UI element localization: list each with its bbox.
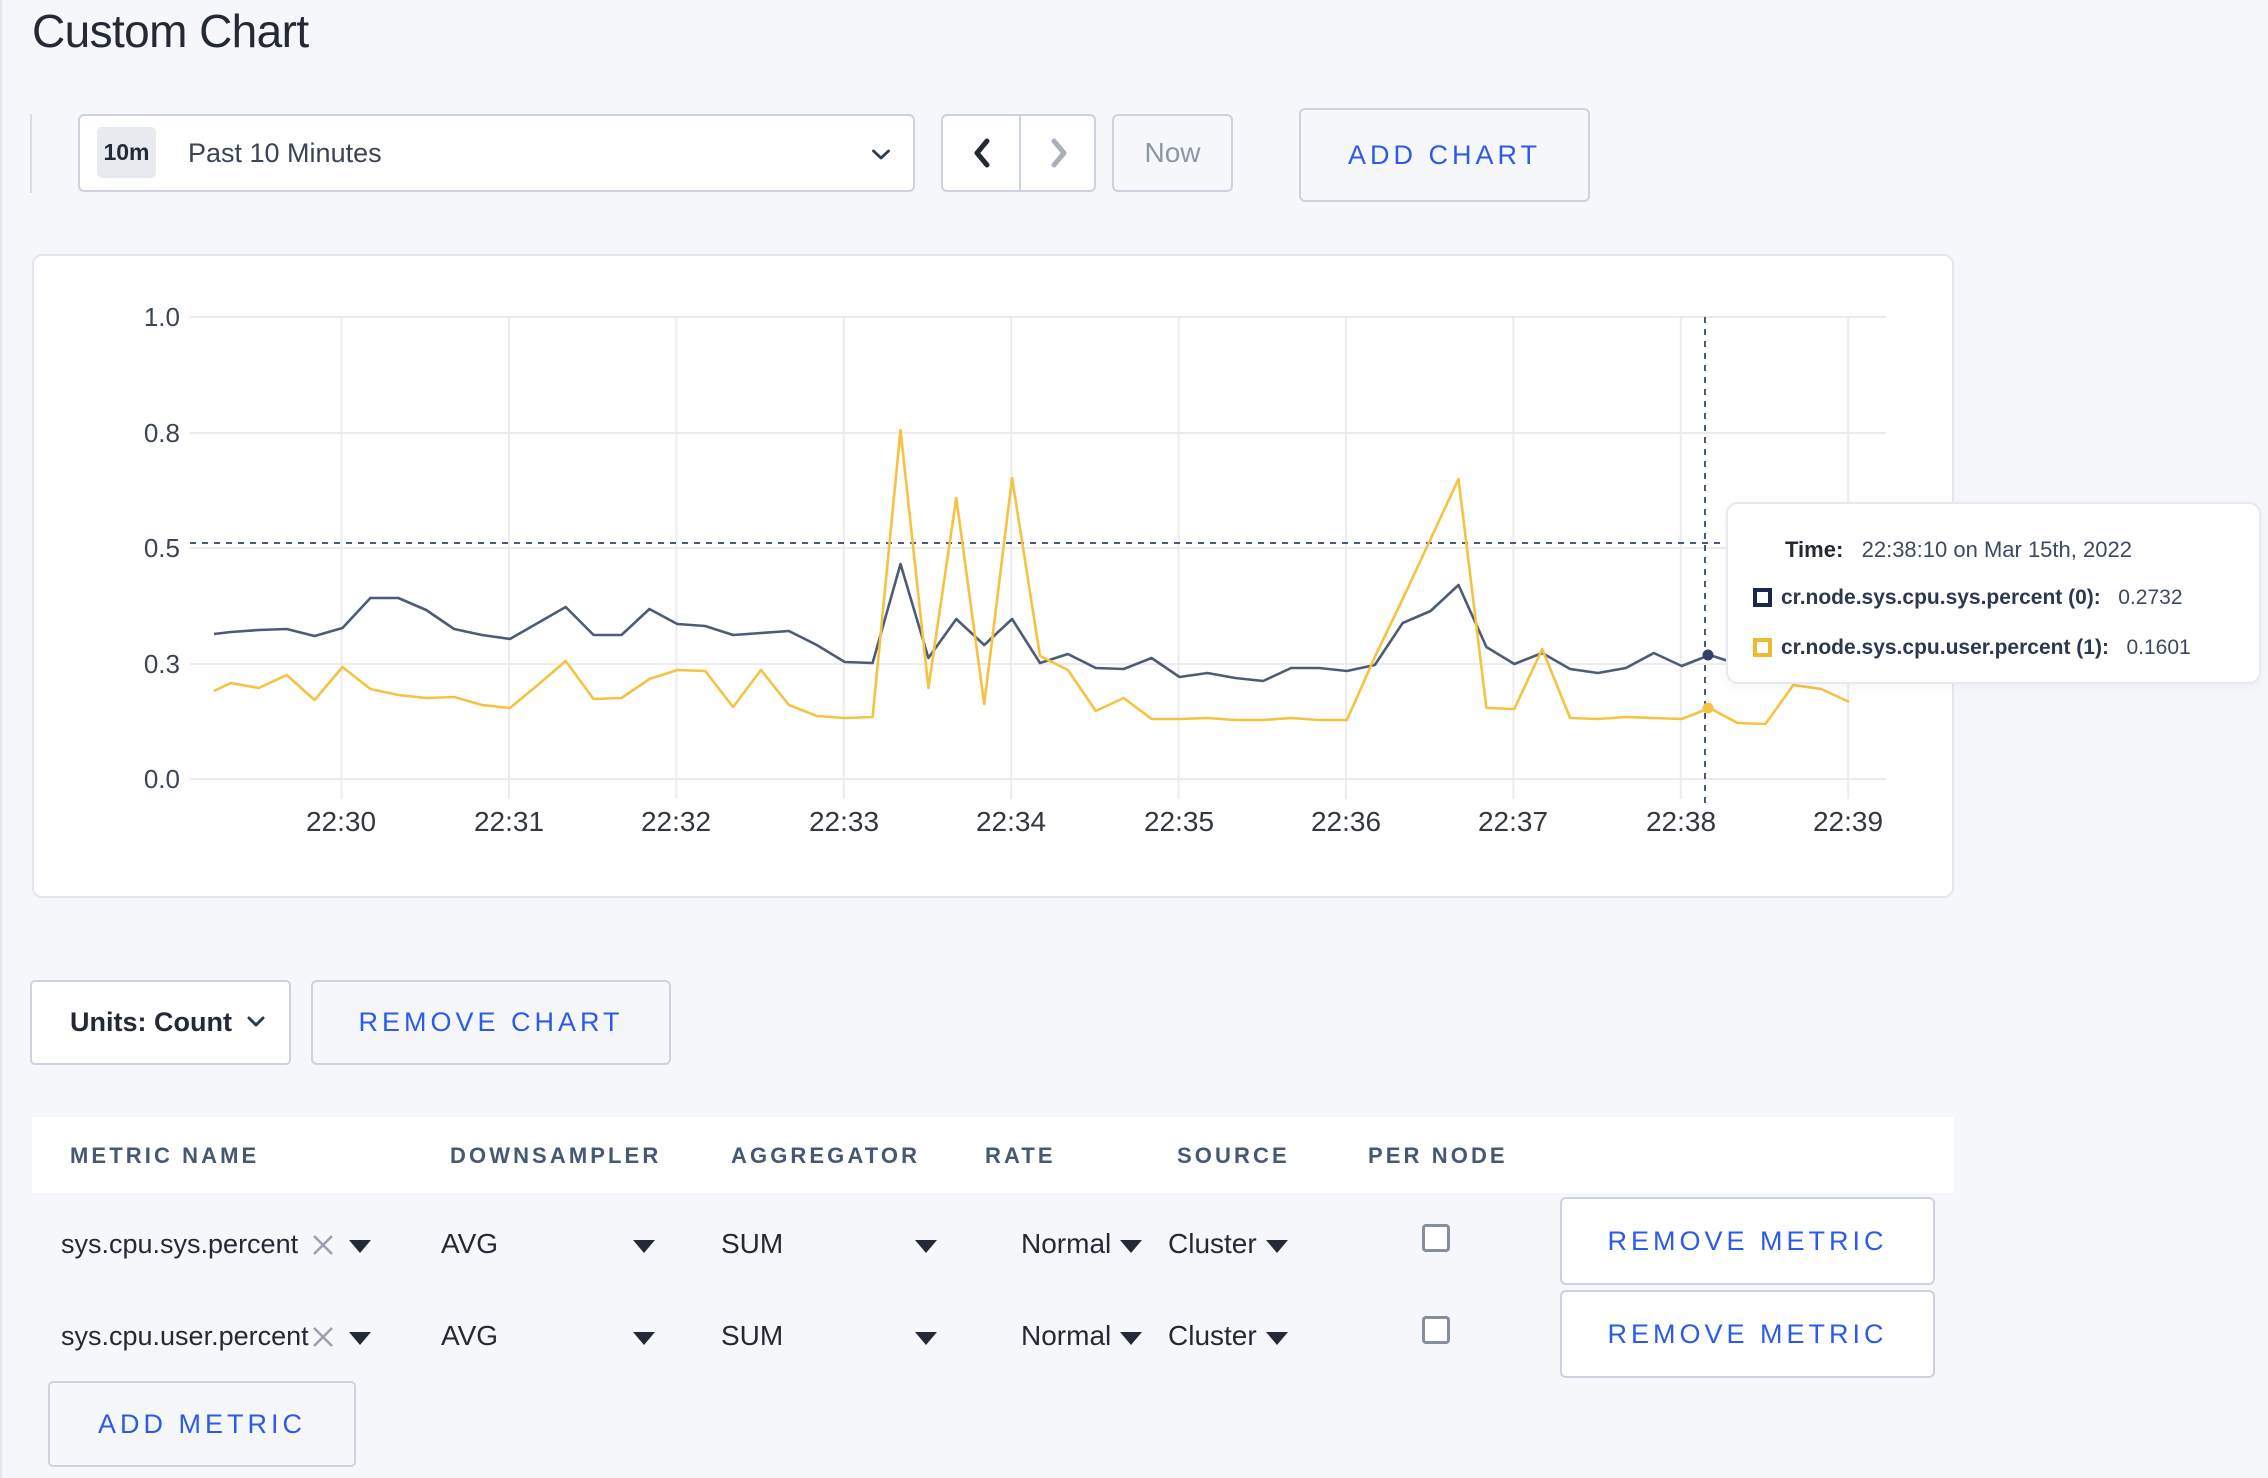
svg-text:22:32: 22:32 bbox=[641, 806, 711, 837]
svg-text:0.5: 0.5 bbox=[144, 533, 180, 563]
svg-text:22:39: 22:39 bbox=[1813, 806, 1883, 837]
svg-text:22:38: 22:38 bbox=[1646, 806, 1716, 837]
svg-text:22:34: 22:34 bbox=[976, 806, 1046, 837]
svg-text:22:35: 22:35 bbox=[1144, 806, 1214, 837]
svg-text:22:36: 22:36 bbox=[1311, 806, 1381, 837]
svg-text:0.3: 0.3 bbox=[144, 649, 180, 679]
svg-text:22:30: 22:30 bbox=[306, 806, 376, 837]
svg-text:22:33: 22:33 bbox=[809, 806, 879, 837]
svg-text:0.0: 0.0 bbox=[144, 764, 180, 794]
svg-text:22:37: 22:37 bbox=[1478, 806, 1548, 837]
svg-text:0.8: 0.8 bbox=[144, 418, 180, 448]
svg-text:22:31: 22:31 bbox=[474, 806, 544, 837]
svg-text:1.0: 1.0 bbox=[144, 302, 180, 332]
